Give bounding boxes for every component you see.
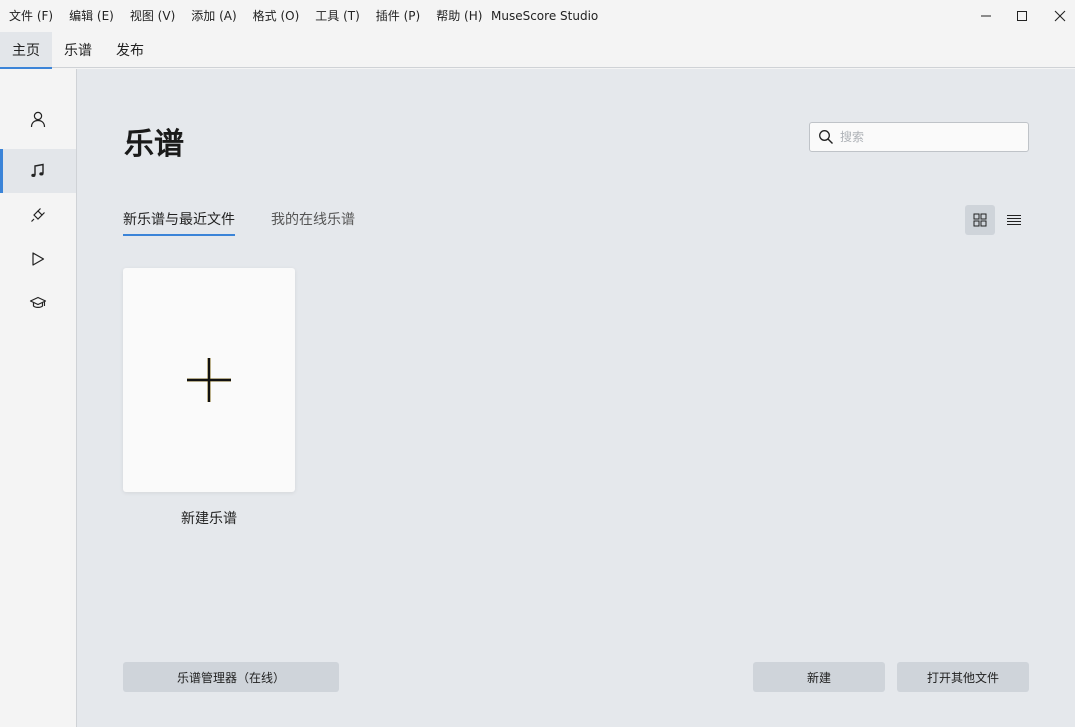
search-box[interactable]	[809, 122, 1029, 152]
new-score-label[interactable]: 新建乐谱	[123, 508, 295, 528]
menu-plugins[interactable]: 插件 (P)	[368, 0, 428, 32]
sidebar-item-play[interactable]	[0, 237, 76, 281]
menu-format[interactable]: 格式 (O)	[245, 0, 308, 32]
score-tabs: 新乐谱与最近文件 我的在线乐谱	[123, 209, 391, 236]
sidebar-item-learn[interactable]	[0, 281, 76, 325]
tab-publish[interactable]: 发布	[104, 32, 156, 68]
account-icon	[30, 111, 46, 128]
new-button[interactable]: 新建	[753, 662, 885, 692]
top-navigation: 主页 乐谱 发布	[0, 32, 1075, 69]
grid-view-button[interactable]	[965, 205, 995, 235]
tab-score-label: 乐谱	[64, 43, 92, 59]
plugins-icon	[31, 208, 45, 222]
open-other-button[interactable]: 打开其他文件	[897, 662, 1029, 692]
main-content: 乐谱 新乐谱与最近文件 我的在线乐谱	[77, 69, 1075, 727]
new-score-card[interactable]	[123, 268, 295, 492]
menu-edit[interactable]: 编辑 (E)	[61, 0, 122, 32]
maximize-button[interactable]	[1003, 0, 1041, 32]
learn-icon	[29, 296, 47, 308]
page-title: 乐谱	[124, 127, 184, 162]
tab-publish-label: 发布	[116, 43, 144, 59]
play-icon	[32, 252, 45, 266]
minimize-button[interactable]	[967, 0, 1005, 32]
menu-view[interactable]: 视图 (V)	[122, 0, 183, 32]
search-input[interactable]	[840, 130, 1010, 144]
minimize-icon	[981, 15, 991, 17]
grid-view-icon	[973, 213, 987, 227]
title-bar: 文件 (F) 编辑 (E) 视图 (V) 添加 (A) 格式 (O) 工具 (T…	[0, 0, 1075, 32]
sidebar-item-account[interactable]	[0, 97, 76, 141]
app-title: MuseScore Studio	[491, 9, 599, 23]
menu-add[interactable]: 添加 (A)	[183, 0, 244, 32]
tab-home-label: 主页	[12, 43, 40, 59]
sidebar-item-scores[interactable]	[0, 149, 76, 193]
maximize-icon	[1017, 11, 1027, 21]
menu-bar: 文件 (F) 编辑 (E) 视图 (V) 添加 (A) 格式 (O) 工具 (T…	[0, 0, 490, 32]
sidebar	[0, 69, 77, 727]
tab-my-online-scores[interactable]: 我的在线乐谱	[271, 209, 355, 234]
tab-home[interactable]: 主页	[0, 32, 52, 69]
search-icon	[812, 123, 840, 151]
menu-tools[interactable]: 工具 (T)	[307, 0, 368, 32]
list-view-icon	[1007, 215, 1021, 225]
list-view-button[interactable]	[999, 205, 1029, 235]
close-icon	[1054, 10, 1066, 22]
tab-new-and-recent[interactable]: 新乐谱与最近文件	[123, 209, 235, 236]
tab-score[interactable]: 乐谱	[52, 32, 104, 68]
music-note-icon	[31, 163, 44, 177]
plus-icon	[187, 358, 231, 402]
menu-file[interactable]: 文件 (F)	[0, 0, 61, 32]
close-button[interactable]	[1041, 0, 1075, 32]
sidebar-item-plugins[interactable]	[0, 193, 76, 237]
menu-help[interactable]: 帮助 (H)	[428, 0, 490, 32]
score-manager-button[interactable]: 乐谱管理器（在线）	[123, 662, 339, 692]
